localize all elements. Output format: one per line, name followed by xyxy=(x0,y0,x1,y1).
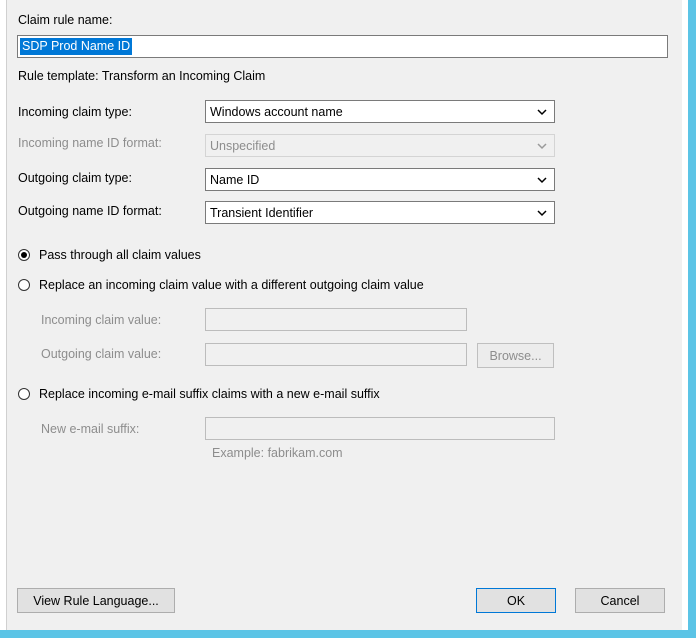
outgoing-claim-type-select[interactable]: Name ID xyxy=(205,168,555,191)
new-email-suffix-label: New e-mail suffix: xyxy=(41,422,140,436)
claim-rule-name-value: SDP Prod Name ID xyxy=(20,38,133,55)
outgoing-name-id-format-select[interactable]: Transient Identifier xyxy=(205,201,555,224)
replace-suffix-radio[interactable] xyxy=(18,388,30,400)
ok-button[interactable]: OK xyxy=(476,588,556,613)
outgoing-claim-type-value: Name ID xyxy=(210,173,260,187)
replace-suffix-label: Replace incoming e-mail suffix claims wi… xyxy=(39,387,380,401)
cancel-button[interactable]: Cancel xyxy=(575,588,665,613)
incoming-claim-type-value: Windows account name xyxy=(210,105,343,119)
right-frame xyxy=(682,0,688,630)
example-text: Example: fabrikam.com xyxy=(212,446,343,460)
claim-rule-dialog: Claim rule name: SDP Prod Name ID Rule t… xyxy=(0,0,688,630)
incoming-claim-value-label: Incoming claim value: xyxy=(41,313,162,327)
claim-rule-name-input[interactable]: SDP Prod Name ID xyxy=(17,35,668,58)
chevron-down-icon xyxy=(537,143,547,150)
incoming-name-id-format-label: Incoming name ID format: xyxy=(18,136,162,150)
replace-value-radio[interactable] xyxy=(18,279,30,291)
chevron-down-icon xyxy=(537,109,547,116)
outgoing-claim-value-input[interactable] xyxy=(205,343,467,366)
incoming-claim-value-input[interactable] xyxy=(205,308,467,331)
replace-value-label: Replace an incoming claim value with a d… xyxy=(39,278,424,292)
view-rule-language-button[interactable]: View Rule Language... xyxy=(17,588,175,613)
outgoing-name-id-format-label: Outgoing name ID format: xyxy=(18,204,162,218)
incoming-name-id-format-value: Unspecified xyxy=(210,139,276,153)
incoming-name-id-format-select[interactable]: Unspecified xyxy=(205,134,555,157)
chevron-down-icon xyxy=(537,210,547,217)
left-gutter xyxy=(0,0,7,630)
incoming-claim-type-select[interactable]: Windows account name xyxy=(205,100,555,123)
outgoing-name-id-format-value: Transient Identifier xyxy=(210,206,314,220)
incoming-claim-type-label: Incoming claim type: xyxy=(18,105,132,119)
pass-through-label: Pass through all claim values xyxy=(39,248,201,262)
rule-template-text: Rule template: Transform an Incoming Cla… xyxy=(18,69,266,83)
claim-rule-name-label: Claim rule name: xyxy=(18,13,113,27)
chevron-down-icon xyxy=(537,177,547,184)
pass-through-radio[interactable] xyxy=(18,249,30,261)
outgoing-claim-type-label: Outgoing claim type: xyxy=(18,171,132,185)
new-email-suffix-input[interactable] xyxy=(205,417,555,440)
outgoing-claim-value-label: Outgoing claim value: xyxy=(41,347,162,361)
browse-button[interactable]: Browse... xyxy=(477,343,554,368)
